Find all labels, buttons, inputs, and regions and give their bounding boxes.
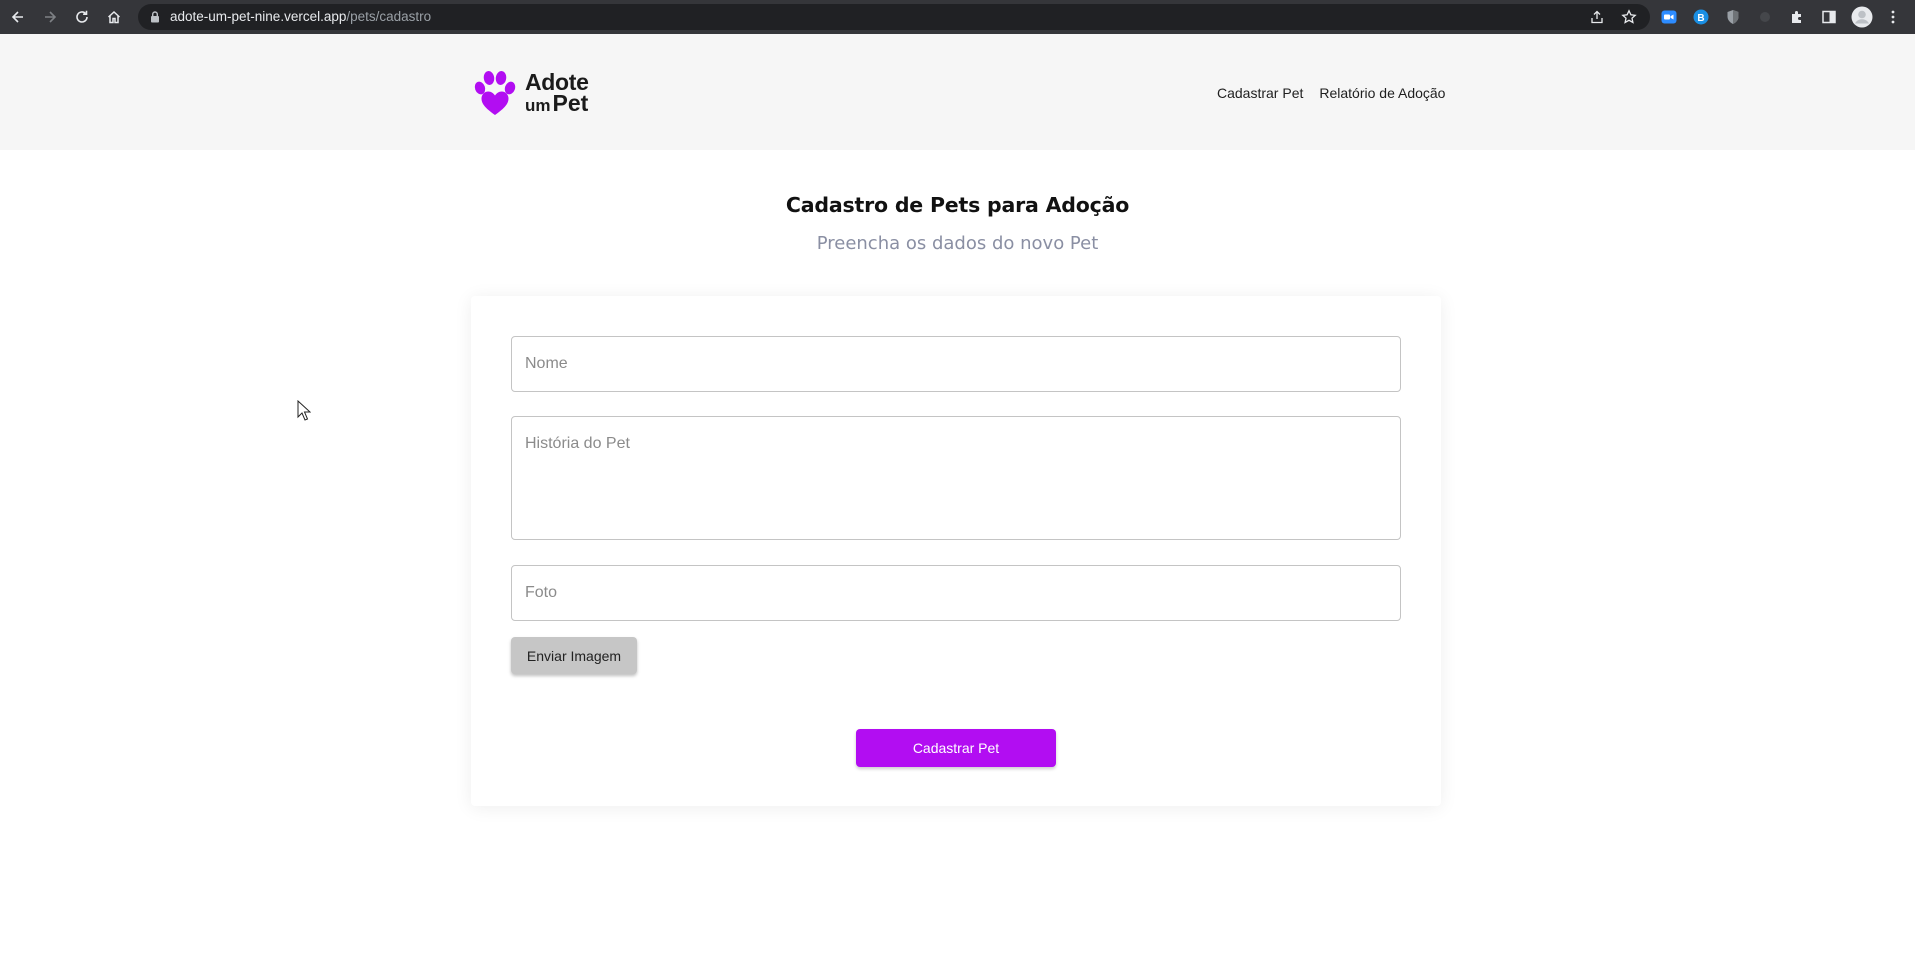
mouse-cursor-icon [297, 400, 311, 421]
forward-icon[interactable] [34, 1, 66, 33]
url-path: /pets/cadastro [346, 9, 432, 24]
address-bar[interactable]: adote-um-pet-nine.vercel.app/pets/cadast… [138, 4, 1650, 30]
site-header: Adote umPet Cadastrar Pet Relatório de A… [0, 34, 1915, 150]
reload-icon[interactable] [66, 1, 98, 33]
page-subtitle: Preencha os dados do novo Pet [816, 233, 1099, 254]
browser-toolbar: adote-um-pet-nine.vercel.app/pets/cadast… [0, 0, 1915, 34]
nav-relatorio-adocao[interactable]: Relatório de Adoção [1319, 85, 1445, 101]
share-icon[interactable] [1589, 9, 1605, 25]
logo-line-2: umPet [525, 90, 589, 117]
svg-text:B: B [1697, 13, 1704, 24]
logo-line-1: Adote [525, 69, 589, 95]
b-extension-icon[interactable]: B [1692, 8, 1710, 26]
back-icon[interactable] [2, 1, 34, 33]
site-logo[interactable]: Adote umPet [471, 70, 601, 116]
logo-pet: Pet [552, 90, 589, 116]
home-icon[interactable] [98, 1, 130, 33]
pet-registration-form: Enviar Imagem Cadastrar Pet [471, 296, 1441, 806]
enviar-imagem-button[interactable]: Enviar Imagem [511, 637, 637, 674]
bookmark-star-icon[interactable] [1621, 9, 1637, 25]
zoom-extension-icon[interactable] [1660, 8, 1678, 26]
profile-avatar-icon[interactable] [1851, 6, 1873, 28]
url-text: adote-um-pet-nine.vercel.app/pets/cadast… [170, 4, 431, 30]
page-title: Cadastro de Pets para Adoção [785, 193, 1130, 217]
cadastrar-pet-button[interactable]: Cadastrar Pet [856, 729, 1056, 767]
more-menu-icon[interactable] [1884, 8, 1902, 26]
logo-um: um [525, 96, 551, 115]
side-panel-icon[interactable] [1820, 8, 1838, 26]
lock-icon[interactable] [148, 10, 162, 24]
shield-extension-icon[interactable] [1724, 8, 1742, 26]
main-nav: Cadastrar Pet Relatório de Adoção [1217, 85, 1445, 101]
nome-input[interactable] [511, 336, 1401, 392]
logo-wordmark: Adote umPet [525, 69, 589, 117]
nav-cadastrar-pet[interactable]: Cadastrar Pet [1217, 85, 1303, 101]
paw-heart-icon [474, 71, 516, 115]
disabled-extension-icon[interactable] [1756, 8, 1774, 26]
foto-input[interactable] [511, 565, 1401, 621]
url-domain: adote-um-pet-nine.vercel.app [170, 9, 347, 24]
extensions-puzzle-icon[interactable] [1788, 8, 1806, 26]
historia-textarea[interactable] [511, 416, 1401, 540]
